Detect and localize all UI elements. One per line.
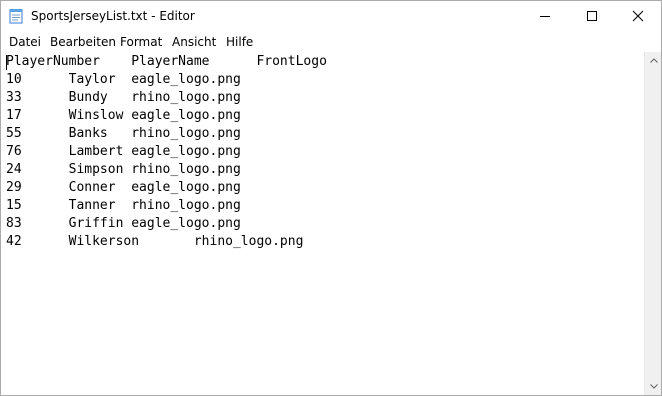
text-line: 33 Bundy rhino_logo.png (6, 90, 241, 105)
text-line-header: PlayerNumber PlayerName FrontLogo (6, 54, 327, 69)
text-content[interactable]: PlayerNumber PlayerName FrontLogo 10 Tay… (6, 53, 327, 251)
scroll-up-button[interactable] (645, 52, 662, 69)
text-line: 15 Tanner rhino_logo.png (6, 198, 241, 213)
menu-bearbeiten[interactable]: Bearbeiten (50, 35, 116, 49)
minimize-icon (540, 16, 550, 17)
maximize-button[interactable] (569, 1, 615, 31)
close-button[interactable] (615, 1, 661, 31)
window-title: SportsJerseyList.txt - Editor (31, 9, 195, 23)
close-icon (632, 10, 644, 22)
menu-bar: Datei Bearbeiten Format Ansicht Hilfe (1, 32, 661, 51)
text-line: 29 Conner eagle_logo.png (6, 180, 241, 195)
menu-ansicht[interactable]: Ansicht (172, 35, 216, 49)
text-line: 42 Wilkerson rhino_logo.png (6, 234, 304, 249)
menu-hilfe[interactable]: Hilfe (226, 35, 253, 49)
menu-datei[interactable]: Datei (9, 35, 41, 49)
text-line: 17 Winslow eagle_logo.png (6, 108, 241, 123)
text-line: 55 Banks rhino_logo.png (6, 126, 241, 141)
chevron-up-icon (649, 58, 658, 63)
text-line: 76 Lambert eagle_logo.png (6, 144, 241, 159)
notepad-icon (9, 9, 23, 24)
scroll-down-button[interactable] (645, 378, 662, 395)
vertical-scrollbar[interactable] (644, 52, 661, 395)
maximize-icon (587, 11, 597, 21)
text-line: 24 Simpson rhino_logo.png (6, 162, 241, 177)
text-line: 10 Taylor eagle_logo.png (6, 72, 241, 87)
text-caret (6, 55, 7, 70)
editor-window: SportsJerseyList.txt - Editor Datei Bear… (0, 0, 662, 396)
menu-format[interactable]: Format (120, 35, 162, 49)
text-line: 83 Griffin eagle_logo.png (6, 216, 241, 231)
minimize-button[interactable] (522, 1, 568, 31)
text-editor-area[interactable]: PlayerNumber PlayerName FrontLogo 10 Tay… (1, 52, 644, 395)
title-bar[interactable]: SportsJerseyList.txt - Editor (1, 1, 661, 31)
chevron-down-icon (649, 384, 658, 389)
